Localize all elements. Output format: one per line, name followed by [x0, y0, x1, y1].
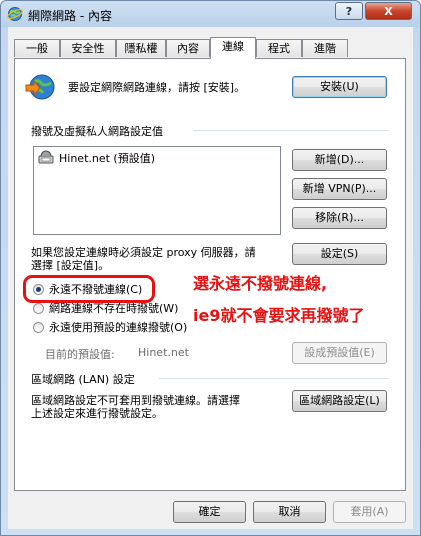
- connection-list[interactable]: Hinet.net (預設值): [33, 146, 281, 235]
- title-bar: 網際網路 - 內容 ? X: [1, 1, 420, 27]
- proxy-note-line2: 選擇 [設定值]。: [31, 259, 110, 272]
- lan-separator: [159, 378, 389, 379]
- dialup-section-title: 撥號及虛擬私人網路設定值: [31, 125, 163, 138]
- setup-button[interactable]: 安裝(U): [292, 76, 387, 98]
- internet-globe-icon: [7, 7, 23, 21]
- lan-note-line2: 上述設定來進行撥號設定。: [31, 407, 163, 420]
- always-dial-default-radio[interactable]: [33, 322, 44, 333]
- tab-programs[interactable]: 程式: [256, 39, 302, 57]
- lan-section-title: 區域網路 (LAN) 設定: [31, 373, 135, 386]
- tab-content[interactable]: 內容: [166, 39, 210, 57]
- setup-instruction: 要設定網際網路連線，請按 [安裝]。: [68, 81, 246, 94]
- tab-general[interactable]: 一般: [14, 39, 60, 57]
- dial-when-no-network-radio[interactable]: [33, 303, 44, 314]
- tab-security[interactable]: 安全性: [60, 39, 116, 57]
- highlight-ring: [23, 275, 155, 303]
- dialup-connection-icon: [38, 150, 54, 164]
- current-default-value: Hinet.net: [138, 346, 189, 359]
- setup-wizard-icon: [25, 74, 55, 100]
- settings-button[interactable]: 設定(S): [292, 243, 387, 265]
- dialup-separator: [193, 130, 389, 131]
- tab-advanced[interactable]: 進階: [302, 39, 348, 57]
- annotation-line2: ie9就不會要求再撥號了: [193, 306, 365, 325]
- add-button[interactable]: 新增(D)...: [292, 149, 387, 171]
- close-button[interactable]: X: [365, 2, 412, 20]
- annotation-line1: 選永遠不撥號連線,: [193, 274, 328, 293]
- add-vpn-button[interactable]: 新增 VPN(P)...: [292, 178, 387, 200]
- remove-button[interactable]: 移除(R)...: [292, 207, 387, 229]
- tab-connections[interactable]: 連線: [210, 37, 256, 59]
- current-default-label: 目前的預設值:: [45, 348, 115, 361]
- properties-window: 網際網路 - 內容 ? X 一般 安全性 隱私權 內容 連線 程式 進階 要設定…: [0, 0, 421, 536]
- always-dial-default-label[interactable]: 永遠使用預設的連線撥號(O): [49, 319, 187, 335]
- cancel-button[interactable]: 取消: [253, 501, 326, 523]
- apply-button[interactable]: 套用(A): [333, 501, 406, 523]
- tab-privacy[interactable]: 隱私權: [116, 39, 166, 57]
- lan-settings-button[interactable]: 區域網路設定(L): [292, 390, 387, 412]
- set-default-button[interactable]: 設成預設值(E): [292, 342, 387, 364]
- help-button[interactable]: ?: [335, 2, 363, 20]
- window-title: 網際網路 - 內容: [28, 9, 112, 23]
- ok-button[interactable]: 確定: [173, 501, 246, 523]
- connection-label: Hinet.net (預設值): [59, 152, 156, 165]
